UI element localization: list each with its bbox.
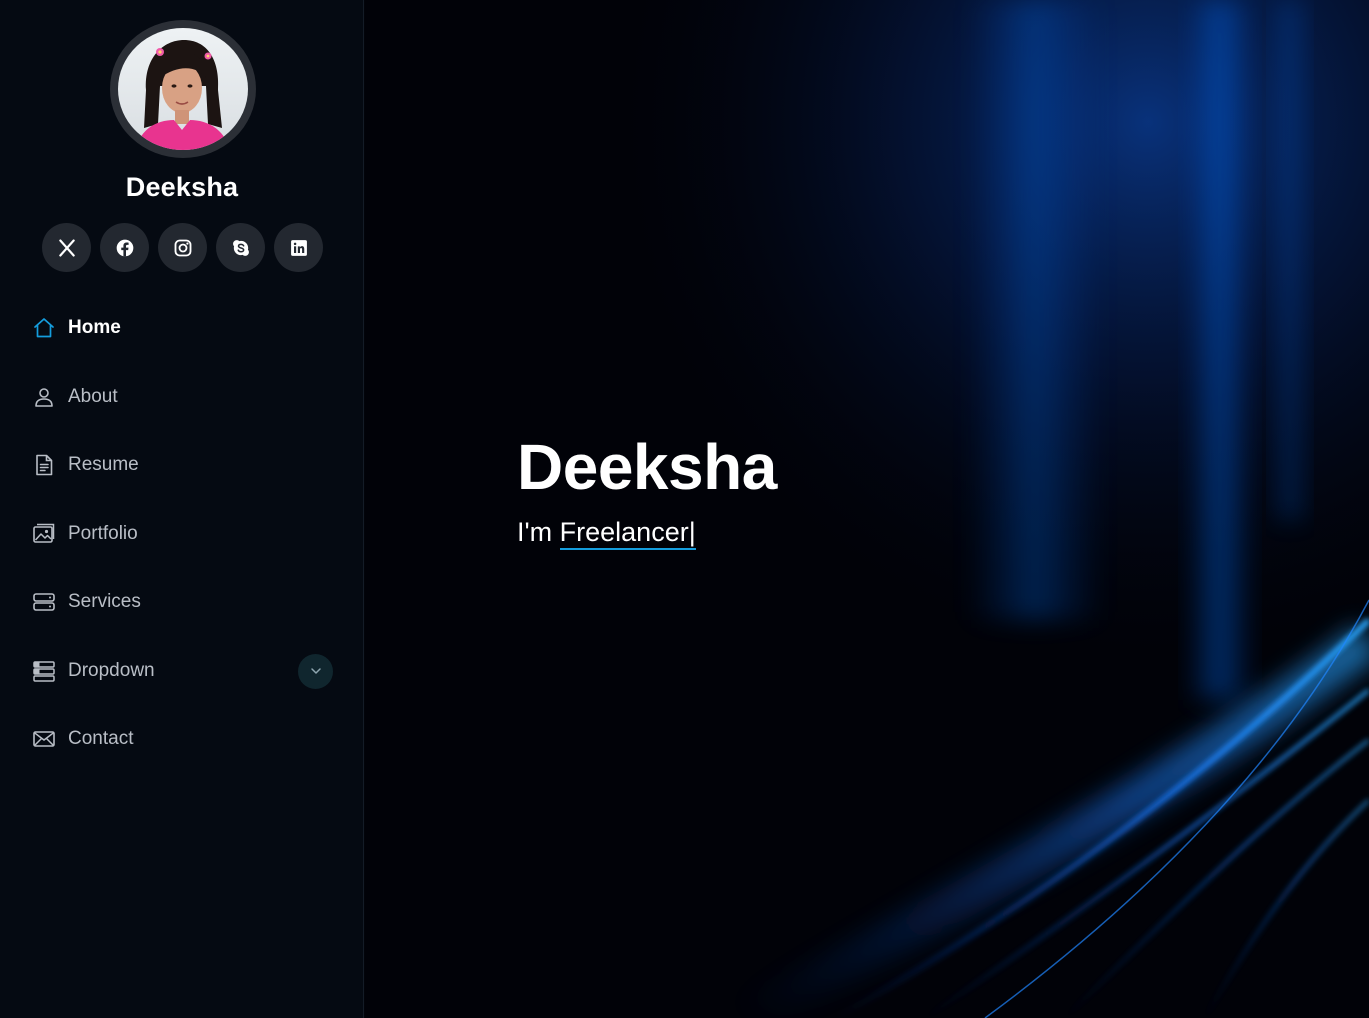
house-icon	[31, 316, 56, 341]
menu-stack-icon	[31, 658, 56, 683]
avatar-frame	[110, 20, 256, 158]
nav-label-resume: Resume	[68, 454, 139, 476]
typed-cursor: |	[688, 517, 696, 547]
nav-label-home: Home	[68, 317, 121, 339]
chevron-down-icon	[310, 668, 321, 674]
nav-item-home[interactable]: Home	[0, 294, 364, 363]
nav-item-resume[interactable]: Resume	[0, 431, 364, 500]
dropdown-toggle-button[interactable]	[298, 653, 333, 689]
hero-subtitle-prefix: I'm	[517, 517, 560, 547]
nav-label-portfolio: Portfolio	[68, 522, 138, 544]
nav-item-about[interactable]: About	[0, 363, 364, 432]
skype-link[interactable]	[216, 223, 265, 272]
hero-subtitle: I'm Freelancer|	[517, 515, 696, 550]
nav-item-portfolio[interactable]: Portfolio	[0, 500, 364, 569]
nav-item-dropdown[interactable]: Dropdown	[0, 637, 364, 706]
avatar	[118, 28, 248, 150]
nav-menu: Home About Resume Portfolio Services Dro…	[0, 294, 364, 774]
linkedin-icon	[290, 239, 307, 256]
nav-item-services[interactable]: Services	[0, 568, 364, 637]
instagram-icon	[174, 239, 191, 256]
envelope-icon	[31, 727, 56, 752]
page: Deeksha Home About Resume Portfolio Serv…	[0, 0, 1369, 1018]
images-icon	[31, 521, 56, 546]
person-icon	[31, 384, 56, 409]
facebook-link[interactable]	[100, 223, 149, 272]
profile-name: Deeksha	[125, 172, 239, 202]
hero-section: Deeksha I'm Freelancer|	[365, 0, 1369, 1018]
hero-title: Deeksha	[517, 431, 777, 503]
linkedin-link[interactable]	[274, 223, 323, 272]
instagram-link[interactable]	[158, 223, 207, 272]
x-icon	[58, 238, 75, 257]
sidebar: Deeksha Home About Resume Portfolio Serv…	[0, 0, 364, 1018]
nav-label-about: About	[68, 385, 118, 407]
x-twitter-link[interactable]	[42, 223, 91, 272]
typed-word-text: Freelancer	[559, 517, 689, 547]
skype-icon	[232, 239, 249, 256]
nav-label-contact: Contact	[68, 728, 134, 750]
nav-label-dropdown: Dropdown	[68, 659, 155, 681]
facebook-icon	[116, 239, 133, 256]
nav-label-services: Services	[68, 591, 141, 613]
hero-background	[365, 0, 1369, 1018]
file-text-icon	[31, 453, 56, 478]
social-links	[42, 223, 323, 272]
typed-role: Freelancer|	[559, 517, 696, 550]
nav-item-contact[interactable]: Contact	[0, 705, 364, 774]
hdd-stack-icon	[31, 590, 56, 615]
avatar-photo	[118, 28, 248, 150]
